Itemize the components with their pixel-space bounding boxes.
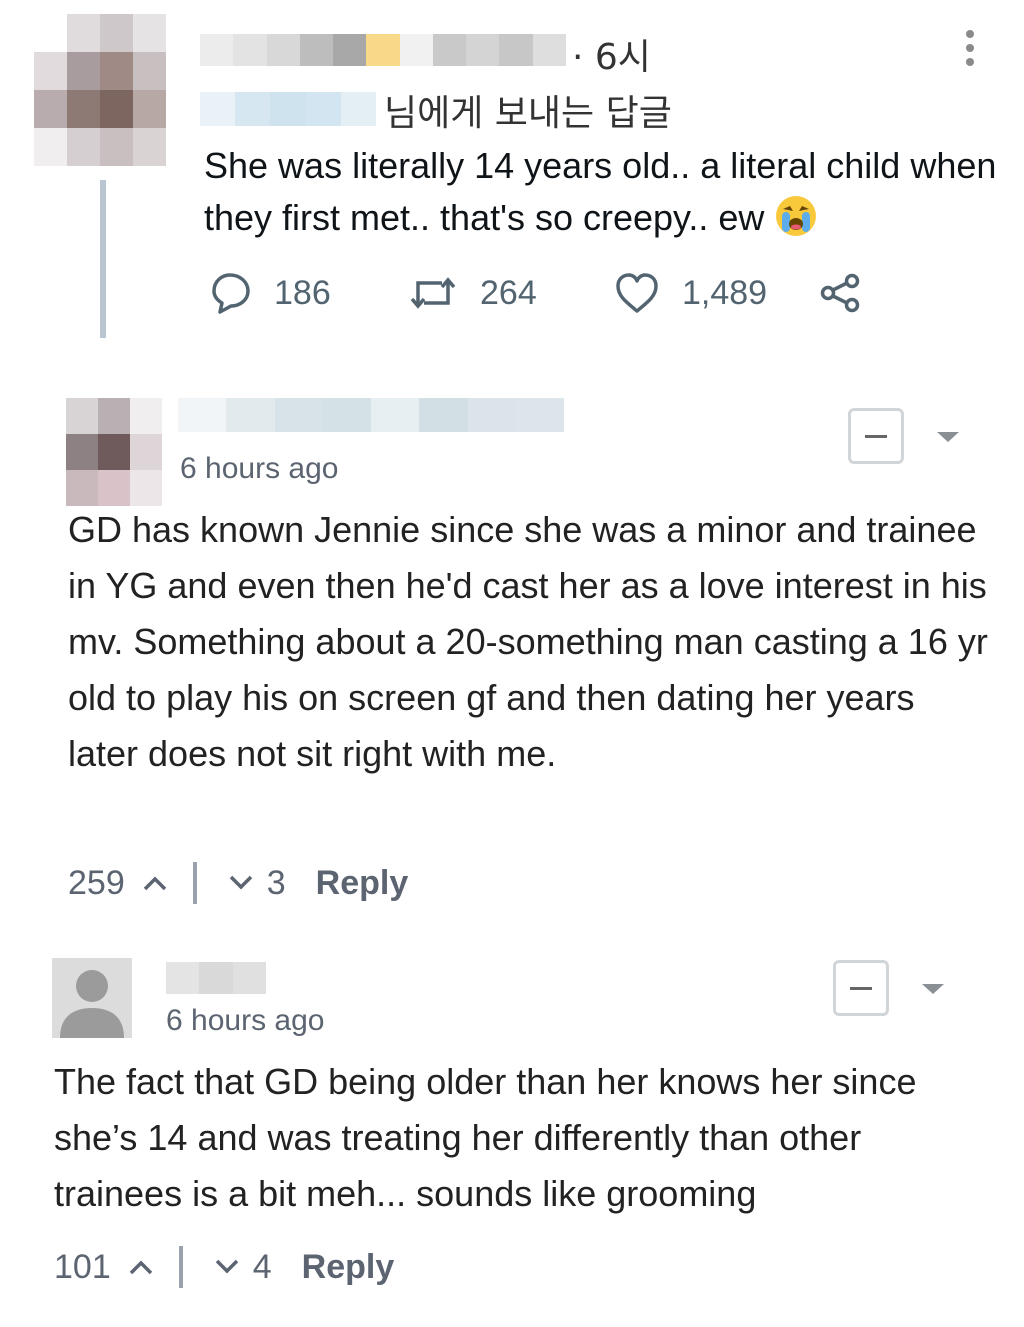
commenter-name-blurred[interactable] xyxy=(166,962,266,994)
upvote-count: 259 xyxy=(68,863,125,902)
like-action[interactable]: 1,489 xyxy=(614,268,767,318)
retweet-action[interactable]: 264 xyxy=(408,268,537,318)
commenter-avatar-blurred[interactable] xyxy=(66,398,162,506)
collapse-button[interactable] xyxy=(833,960,889,1016)
like-count: 1,489 xyxy=(682,273,768,312)
heart-icon xyxy=(616,273,658,313)
thread-line xyxy=(100,180,106,338)
vote-bar: 101 4 Reply xyxy=(54,1242,394,1292)
tweet-text: She was literally 14 years old.. a liter… xyxy=(204,140,1004,244)
downvote-count: 4 xyxy=(252,1247,272,1286)
reply-button[interactable]: Reply xyxy=(302,1248,395,1287)
share-icon xyxy=(820,273,860,313)
share-action[interactable] xyxy=(818,268,862,318)
tweet-time: · 6시 xyxy=(572,37,651,78)
retweet-icon xyxy=(410,277,456,309)
more-options-icon[interactable] xyxy=(960,30,980,66)
vote-divider xyxy=(192,862,197,904)
upvote-count: 101 xyxy=(54,1247,111,1286)
upvote-icon[interactable] xyxy=(141,873,169,893)
reply-button[interactable]: Reply xyxy=(316,864,409,903)
commenter-name-blurred[interactable] xyxy=(178,398,564,432)
reply-count: 186 xyxy=(274,273,331,312)
chevron-down-icon[interactable] xyxy=(937,432,959,442)
upvote-icon[interactable] xyxy=(127,1257,155,1277)
comment-text: The fact that GD being older than her kn… xyxy=(54,1061,917,1214)
comment-time: 6 hours ago xyxy=(180,452,339,485)
loudly-crying-face-icon xyxy=(776,196,817,236)
vote-bar: 259 3 Reply xyxy=(68,858,408,908)
comment-time: 6 hours ago xyxy=(166,1004,325,1037)
downvote-icon[interactable] xyxy=(213,1257,241,1277)
default-avatar[interactable] xyxy=(52,958,132,1038)
vote-divider xyxy=(178,1246,183,1288)
reply-to-label: 님에게 보내는 답글 xyxy=(384,93,672,134)
retweet-count: 264 xyxy=(480,273,537,312)
comment-text: GD has known Jennie since she was a mino… xyxy=(68,509,988,774)
avatar-blurred[interactable] xyxy=(34,14,166,166)
reply-icon xyxy=(212,273,250,314)
reply-action[interactable]: 186 xyxy=(206,268,331,318)
downvote-icon[interactable] xyxy=(227,873,255,893)
chevron-down-icon[interactable] xyxy=(922,984,944,994)
downvote-count: 3 xyxy=(266,863,286,902)
user-icon xyxy=(60,970,124,1038)
reply-to-handle-blurred[interactable] xyxy=(200,92,376,126)
collapse-button[interactable] xyxy=(848,408,904,464)
username-blurred[interactable] xyxy=(200,34,566,66)
tweet-text-content: She was literally 14 years old.. a liter… xyxy=(204,145,997,238)
